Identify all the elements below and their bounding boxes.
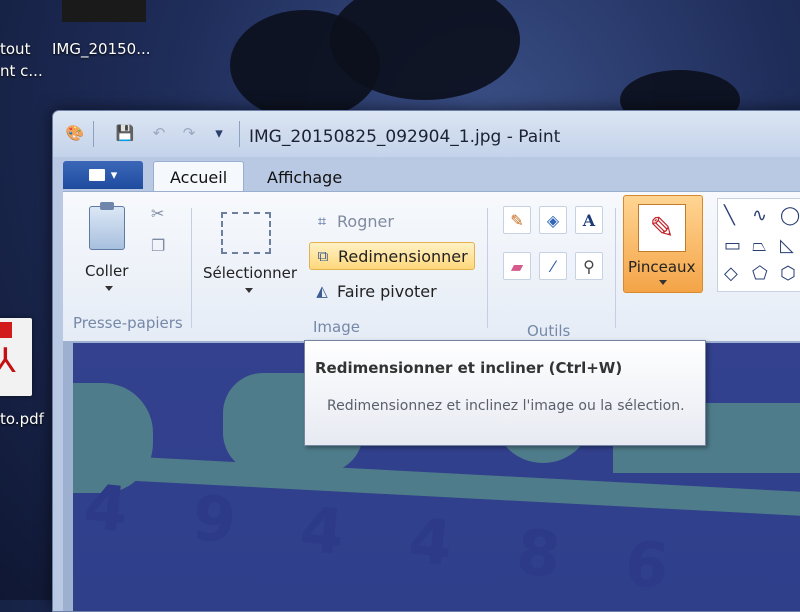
tab-affichage[interactable]: Affichage	[251, 163, 358, 191]
resize-label: Redimensionner	[338, 246, 468, 266]
resize-icon: ⧉	[317, 247, 329, 265]
brushes-label: Pinceaux	[628, 258, 696, 276]
desktop-item-label[interactable]: IMG_20150...	[52, 40, 151, 58]
chevron-down-icon[interactable]	[105, 286, 113, 291]
desktop-thumbnail[interactable]	[62, 0, 146, 22]
rotate-button[interactable]: ◭ Faire pivoter	[309, 278, 443, 304]
select-button[interactable]: Sélectionner	[203, 264, 297, 282]
brush-icon: ✎	[638, 204, 686, 252]
desktop-item-label[interactable]: tout	[0, 40, 30, 58]
separator	[239, 121, 240, 147]
pencil-icon[interactable]: ✎	[503, 206, 531, 234]
chevron-down-icon: ▾	[110, 167, 118, 183]
hexagon-shape-icon[interactable]: ⬡	[780, 265, 796, 283]
document-icon	[88, 169, 105, 181]
undo-icon[interactable]: ↶	[149, 123, 169, 143]
rounded-rect-shape-icon[interactable]: ▭	[724, 237, 741, 255]
resize-button[interactable]: ⧉ Redimensionner	[309, 242, 475, 270]
brushes-button[interactable]: ✎ Pinceaux	[623, 195, 703, 293]
tooltip-title: Redimensionner et incliner (Ctrl+W)	[315, 359, 623, 377]
group-label-image: Image	[313, 318, 360, 336]
color-picker-icon[interactable]: ⁄	[539, 252, 567, 280]
group-separator	[487, 208, 488, 328]
paste-button[interactable]: Coller	[85, 262, 128, 280]
polygon-shape-icon[interactable]: ⏢	[752, 237, 766, 255]
pentagon-shape-icon[interactable]: ⬠	[752, 265, 768, 283]
copy-icon[interactable]: ❐	[151, 236, 165, 255]
select-icon[interactable]	[221, 212, 271, 254]
crop-label: Rogner	[337, 211, 394, 231]
group-label-clipboard: Presse-papiers	[73, 314, 183, 332]
chevron-down-icon	[659, 280, 667, 285]
resize-tooltip: Redimensionner et incliner (Ctrl+W) Redi…	[304, 340, 706, 446]
window-title: IMG_20150825_092904_1.jpg - Paint	[249, 127, 561, 147]
desktop-item-label[interactable]: nt c...	[0, 62, 43, 80]
separator	[93, 121, 94, 147]
group-separator	[191, 208, 192, 328]
ribbon: Coller ✂ ❐ Presse-papiers Sélectionner ⌗…	[63, 191, 800, 342]
desktop-item-label[interactable]: to.pdf	[0, 410, 44, 428]
fill-bucket-icon[interactable]: ◈	[539, 206, 567, 234]
group-separator	[615, 208, 616, 328]
group-label-tools: Outils	[527, 322, 571, 340]
line-shape-icon[interactable]: ╲	[724, 207, 735, 225]
rotate-icon: ◭	[316, 282, 328, 300]
shapes-gallery[interactable]: ╲ ∿ ◯ ▭ ⏢ ◺ ◇ ⬠ ⬡	[717, 198, 800, 292]
diamond-shape-icon[interactable]: ◇	[724, 265, 738, 283]
title-bar: 🎨 💾 ↶ ↷ ▾ IMG_20150825_092904_1.jpg - Pa…	[53, 111, 800, 157]
tab-accueil[interactable]: Accueil	[153, 161, 245, 192]
redo-icon[interactable]: ↷	[179, 123, 199, 143]
crop-icon: ⌗	[317, 212, 327, 230]
chevron-down-icon[interactable]	[245, 288, 253, 293]
paint-app-icon[interactable]: 🎨	[65, 123, 85, 143]
oval-shape-icon[interactable]: ◯	[780, 207, 800, 225]
customize-quick-access-icon[interactable]: ▾	[209, 123, 229, 143]
save-icon[interactable]: 💾	[115, 123, 135, 143]
ribbon-tabs: ▾ Accueil Affichage	[63, 157, 800, 193]
magnifier-icon[interactable]: ⚲	[575, 252, 603, 280]
triangle-shape-icon[interactable]: ◺	[780, 237, 794, 255]
crop-button[interactable]: ⌗ Rogner	[309, 208, 400, 234]
paste-icon[interactable]	[89, 202, 125, 250]
file-menu-button[interactable]: ▾	[63, 161, 143, 189]
curve-shape-icon[interactable]: ∿	[752, 207, 767, 225]
rotate-label: Faire pivoter	[337, 281, 437, 301]
pdf-file-icon[interactable]: ⅄	[0, 318, 32, 396]
text-tool-icon[interactable]: A	[575, 206, 603, 234]
tooltip-body: Redimensionnez et inclinez l'image ou la…	[327, 398, 685, 414]
eraser-icon[interactable]: ▰	[503, 252, 531, 280]
cut-icon[interactable]: ✂	[151, 204, 164, 223]
